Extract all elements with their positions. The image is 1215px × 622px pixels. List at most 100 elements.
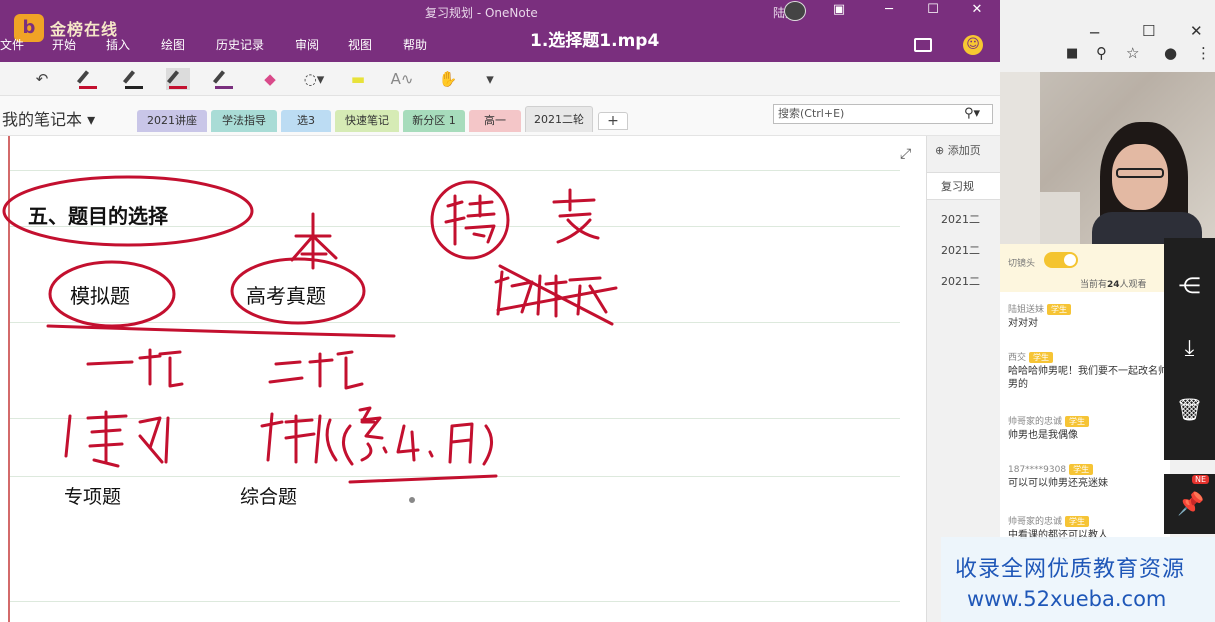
minimize-icon[interactable]: ─ — [880, 2, 898, 18]
chat-message: 西交 学生 哈哈哈帅男呢！我们要不一起改名帅男的 — [1008, 350, 1168, 391]
bookshelf — [1000, 72, 1040, 244]
minimize-icon[interactable]: ─ — [1090, 24, 1099, 42]
camera-toggle[interactable] — [1044, 252, 1078, 268]
page-item[interactable]: 复习规 — [927, 172, 1000, 200]
menu-insert[interactable]: 插入 — [106, 36, 130, 53]
search-input[interactable]: 搜索(Ctrl+E) ⚲▾ — [773, 104, 993, 124]
browser-menu-icon[interactable]: ⋮ — [1196, 44, 1211, 62]
menu-review[interactable]: 审阅 — [295, 36, 319, 53]
ink-dot — [409, 497, 415, 503]
menu-view[interactable]: 视图 — [348, 36, 372, 53]
eraser-icon[interactable]: ◆ — [258, 68, 282, 90]
chat-text: 可以可以帅男还亮迷妹 — [1008, 478, 1108, 489]
chat-user: 187****9308 — [1008, 465, 1067, 475]
ink-mock-circle — [48, 260, 176, 328]
maximize-icon[interactable]: ☐ — [924, 2, 942, 18]
ink-real-questions — [64, 410, 170, 468]
chat-message: 187****9308 学生 可以可以帅男还亮迷妹 — [1008, 464, 1168, 490]
menu-draw[interactable]: 绘图 — [161, 36, 185, 53]
viewer-count: 当前有24人观看 — [1080, 277, 1147, 290]
window-title: 复习规划 - OneNote — [425, 6, 538, 20]
chair — [1040, 192, 1080, 244]
viewer-number: 24 — [1107, 280, 1120, 290]
ink-char-change — [552, 188, 600, 244]
ribbon-display-icon[interactable]: ▣ — [830, 2, 848, 18]
page-item[interactable]: 2021二 — [927, 237, 1000, 265]
toggle-knob — [1064, 254, 1076, 266]
user-avatar[interactable] — [784, 1, 806, 21]
close-icon[interactable]: ✕ — [1190, 22, 1203, 40]
pin-icon: 📌 — [1177, 492, 1205, 517]
lasso-icon[interactable]: ◌▾ — [302, 68, 326, 90]
pen-black-2-icon[interactable] — [122, 68, 146, 90]
bookmark-star-icon[interactable]: ☆ — [1126, 44, 1139, 62]
section-tabs: 我的笔记本 ▾ 2021讲座 学法指导 选3 快速笔记 新分区 1 高一 202… — [0, 96, 1000, 136]
tab-grade-10[interactable]: 高一 — [469, 110, 521, 132]
ink-underline-bottom — [348, 474, 498, 484]
tab-quick-notes[interactable]: 快速笔记 — [335, 110, 399, 132]
search-placeholder: 搜索(Ctrl+E) — [778, 107, 845, 120]
pen-red-icon[interactable] — [166, 68, 190, 90]
profile-icon[interactable]: ● — [1164, 44, 1177, 62]
chat-user: 帅哥家的忠诚 — [1008, 517, 1063, 527]
zoom-icon[interactable]: ⚲ — [1096, 44, 1107, 62]
browser-panel: ─ ☐ ✕ ■ ⚲ ☆ ● ⋮ 切镜头 当前有24人观看 陆姐送妹 学生 对对对… — [1000, 0, 1215, 622]
touch-draw-icon[interactable]: ✋▾ — [436, 68, 460, 110]
viewer-prefix: 当前有 — [1080, 280, 1108, 290]
role-badge: 学生 — [1029, 352, 1054, 363]
teacher-webcam — [1000, 72, 1215, 244]
tab-2021-round-2[interactable]: 2021二轮 — [525, 106, 593, 132]
ink-char-stable — [444, 194, 496, 246]
chat-text: 帅男也是我偶像 — [1008, 430, 1078, 441]
highlighter-icon[interactable]: ▬ — [346, 68, 370, 90]
video-title: 1.选择题1.mp4 — [530, 31, 660, 51]
more-tools-icon[interactable]: ▾ — [478, 68, 502, 90]
page-item[interactable]: 2021二 — [927, 268, 1000, 296]
ink-round-2 — [268, 350, 364, 390]
smiley-icon[interactable]: ☺ — [963, 35, 983, 55]
tab-study-method[interactable]: 学法指导 — [211, 110, 277, 132]
tab-new-section[interactable]: 新分区 1 — [403, 110, 465, 132]
viewer-suffix: 人观看 — [1119, 280, 1147, 290]
page-item[interactable]: 2021二 — [927, 206, 1000, 234]
draw-toolbar: ↶ ◆ ◌▾ ▬ A∿ ✋▾ ▾ — [0, 62, 1000, 110]
download-icon[interactable]: ⤓ — [1164, 324, 1215, 374]
add-section-button[interactable]: + — [598, 112, 628, 130]
menu-history[interactable]: 历史记录 — [216, 36, 264, 53]
search-icon[interactable]: ⚲▾ — [964, 106, 980, 121]
new-badge: NE — [1192, 475, 1210, 484]
handwriting-ink — [2, 175, 618, 503]
pen-purple-icon[interactable] — [212, 68, 236, 90]
present-icon[interactable] — [914, 38, 932, 52]
role-badge: 学生 — [1069, 464, 1094, 475]
role-badge: 学生 — [1065, 416, 1090, 427]
camera-switch-label: 切镜头 — [1008, 259, 1036, 269]
ink-circle-stable — [430, 180, 510, 260]
camera-icon[interactable]: ■ — [1066, 46, 1078, 61]
notebook-selector[interactable]: 我的笔记本 ▾ — [2, 106, 95, 130]
note-page[interactable]: ⤢ 五、题目的选择 模拟题 高考真题 专项题 综合题 — [0, 136, 926, 622]
title-bar: b 金榜在线 复习规划 - OneNote 1.选择题1.mp4 陆姐 ▣ ─ … — [0, 0, 1000, 62]
role-badge: 学生 — [1065, 516, 1090, 527]
pen-black-1-icon[interactable] — [76, 68, 100, 90]
chat-header: 切镜头 当前有24人观看 — [1000, 244, 1170, 292]
share-icon[interactable]: ⋲ — [1164, 262, 1215, 312]
chat-user: 帅哥家的忠诚 — [1008, 417, 1063, 427]
tab-elective-3[interactable]: 选3 — [281, 110, 331, 132]
menu-file[interactable]: 文件 — [0, 36, 24, 53]
maximize-icon[interactable]: ☐ — [1142, 22, 1155, 40]
ink-to-text-icon[interactable]: A∿ — [390, 68, 414, 90]
undo-icon[interactable]: ↶ — [30, 68, 54, 90]
delete-icon[interactable]: 🗑 — [1164, 386, 1215, 436]
add-page-label: 添加页 — [947, 144, 981, 157]
close-icon[interactable]: ✕ — [968, 2, 986, 18]
ink-heading-circle — [2, 175, 254, 247]
menu-help[interactable]: 帮助 — [403, 36, 427, 53]
chat-text: 对对对 — [1008, 318, 1038, 329]
ink-mock-round2 — [260, 412, 338, 464]
tab-2021-lecture[interactable]: 2021讲座 — [137, 110, 207, 132]
add-page-button[interactable]: ⊕ 添加页 — [935, 142, 981, 158]
ink-round-1 — [86, 348, 184, 388]
menu-home[interactable]: 开始 — [52, 36, 76, 53]
chat-message: 陆姐送妹 学生 对对对 — [1008, 302, 1168, 330]
